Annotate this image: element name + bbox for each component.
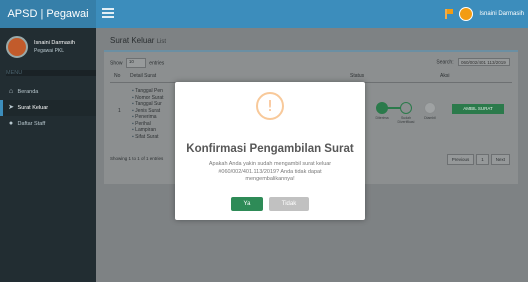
cancel-button[interactable]: Tidak: [269, 197, 309, 211]
detail-item: Tanggal Pen: [132, 88, 164, 95]
sidebar-item-surat-keluar[interactable]: ➤ Surat Keluar: [0, 100, 96, 116]
warning-icon: !: [256, 92, 284, 120]
step-label: Sudah Diverifikasi: [397, 116, 415, 124]
page-subtitle: List: [156, 39, 167, 45]
pager-next[interactable]: Next: [490, 154, 510, 165]
entries-select[interactable]: 10: [125, 58, 146, 68]
step-pending-icon: [424, 102, 436, 114]
page-title-text: Surat Keluar: [110, 36, 155, 45]
entries-value: 10: [128, 59, 134, 64]
step-current-icon: [400, 102, 412, 114]
dialog-title: Konfirmasi Pengambilan Surat: [186, 143, 354, 155]
user-name: Isnaini Darmasih: [34, 40, 75, 46]
column-header-detail[interactable]: Detail Surat: [130, 73, 156, 79]
app-logo[interactable]: APSD | Pegawai: [0, 0, 96, 28]
user-menu-name[interactable]: Isnaini Darmasih: [479, 11, 524, 17]
pager-previous[interactable]: Previous: [446, 154, 475, 165]
entries-control: Show 10 entries: [110, 58, 164, 68]
page-title: Surat Keluar List: [110, 36, 166, 45]
search-input[interactable]: 060/002/401 113/2019: [458, 58, 510, 66]
user-panel: Isnaini Darmasih Pegawai PKL: [6, 34, 96, 64]
step-label: Diambil: [424, 116, 436, 120]
sidebar-item-label: Beranda: [17, 89, 39, 95]
flag-icon[interactable]: [445, 9, 454, 19]
sidebar-item-label: Daftar Staff: [17, 121, 46, 127]
show-label: Show: [110, 60, 123, 67]
confirm-dialog: ! Konfirmasi Pengambilan Surat Apakah An…: [175, 82, 365, 220]
column-header-status[interactable]: Status: [350, 73, 364, 79]
home-icon: ⌂: [8, 88, 14, 95]
column-header-no[interactable]: No: [114, 73, 120, 79]
dialog-message: Apakah Anda yakin sudah mengambil surat …: [208, 161, 332, 182]
detail-item: Sifat Surat: [132, 134, 164, 141]
detail-item: Tanggal Sur: [132, 101, 164, 108]
step-label: Diterima: [375, 116, 389, 120]
exclamation-icon: !: [266, 97, 273, 115]
search-control: Search: 060/002/401 113/2019: [436, 58, 510, 66]
sidebar-item-beranda[interactable]: ⌂ Beranda: [0, 84, 96, 100]
user-status: Pegawai PKL: [34, 48, 65, 54]
column-header-aksi[interactable]: Aksi: [440, 73, 449, 79]
confirm-button[interactable]: Ya: [231, 197, 263, 211]
avatar: [6, 36, 28, 58]
row-number: 1: [118, 108, 121, 114]
step-done-icon: [376, 102, 388, 114]
top-navbar: APSD | Pegawai Isnaini Darmasih: [0, 0, 528, 28]
send-icon: ➤: [8, 104, 14, 111]
pager-page[interactable]: 1: [476, 154, 489, 165]
entries-label: entries: [149, 60, 165, 67]
take-letter-button[interactable]: AMBIL SURAT: [452, 104, 504, 114]
sidebar: Isnaini Darmasih Pegawai PKL MENU ⌂ Bera…: [0, 28, 96, 282]
table-info: Showing 1 to 1 of 1 entries: [110, 156, 164, 161]
search-label: Search:: [436, 59, 454, 66]
users-icon: ●: [8, 120, 14, 127]
sidebar-item-label: Surat Keluar: [17, 105, 49, 111]
row-detail-list: Tanggal Pen Nomor Surat Tanggal Sur Jeni…: [132, 88, 164, 141]
sidebar-item-daftar-staff[interactable]: ● Daftar Staff: [0, 116, 96, 132]
menu-header: MENU: [6, 70, 96, 76]
sidebar-toggle-icon[interactable]: [102, 8, 114, 18]
avatar[interactable]: [459, 7, 474, 21]
user-menu[interactable]: Isnaini Darmasih: [445, 0, 524, 28]
pagination: Previous 1 Next: [446, 154, 510, 165]
